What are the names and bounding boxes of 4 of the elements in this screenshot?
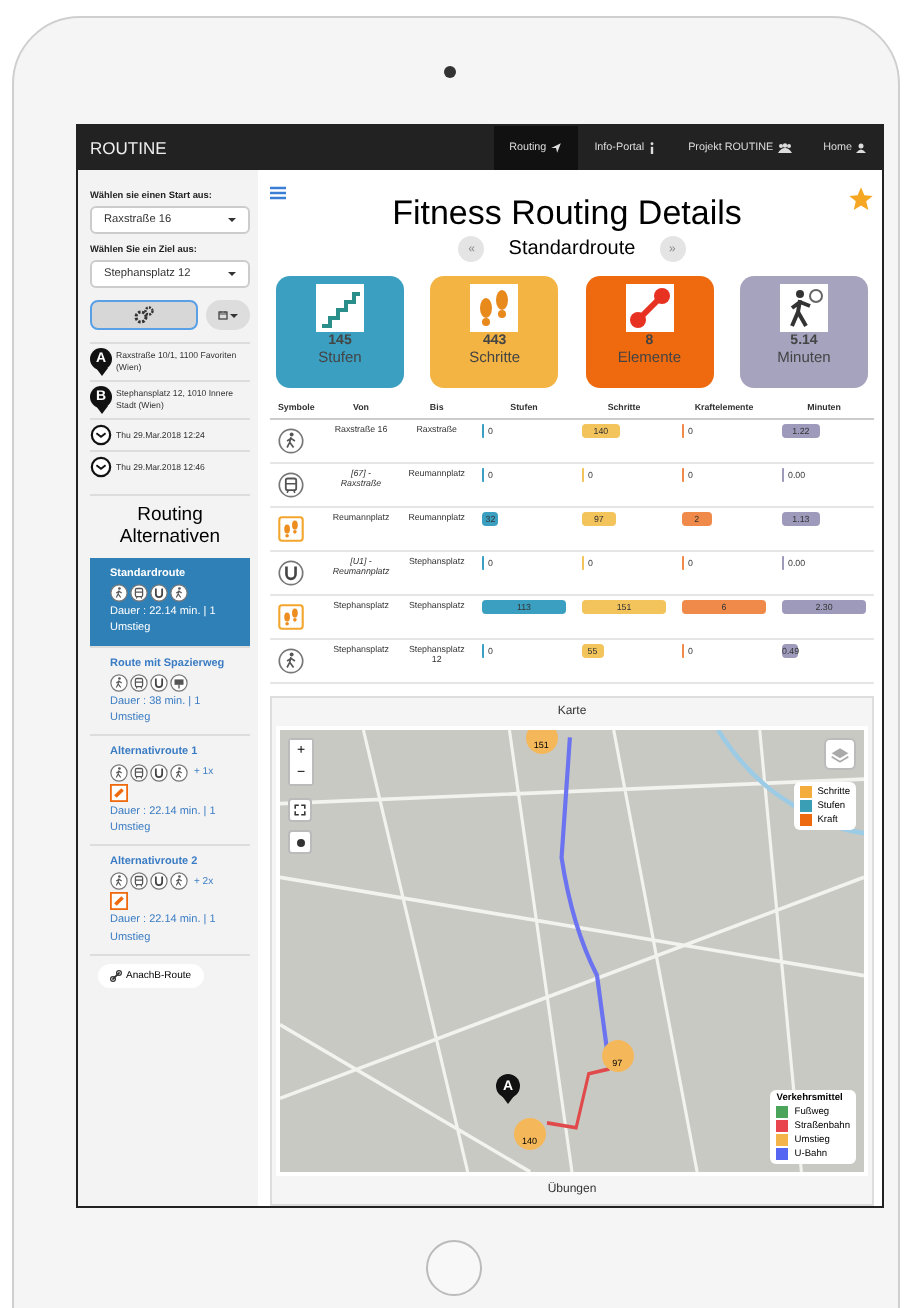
brand-title[interactable]: ROUTINE <box>78 138 167 158</box>
route-subtitle: Standardroute <box>508 238 636 260</box>
page-title: Fitness Routing Details <box>392 194 742 234</box>
alternatives-heading: Routing Alternativen <box>90 494 250 550</box>
